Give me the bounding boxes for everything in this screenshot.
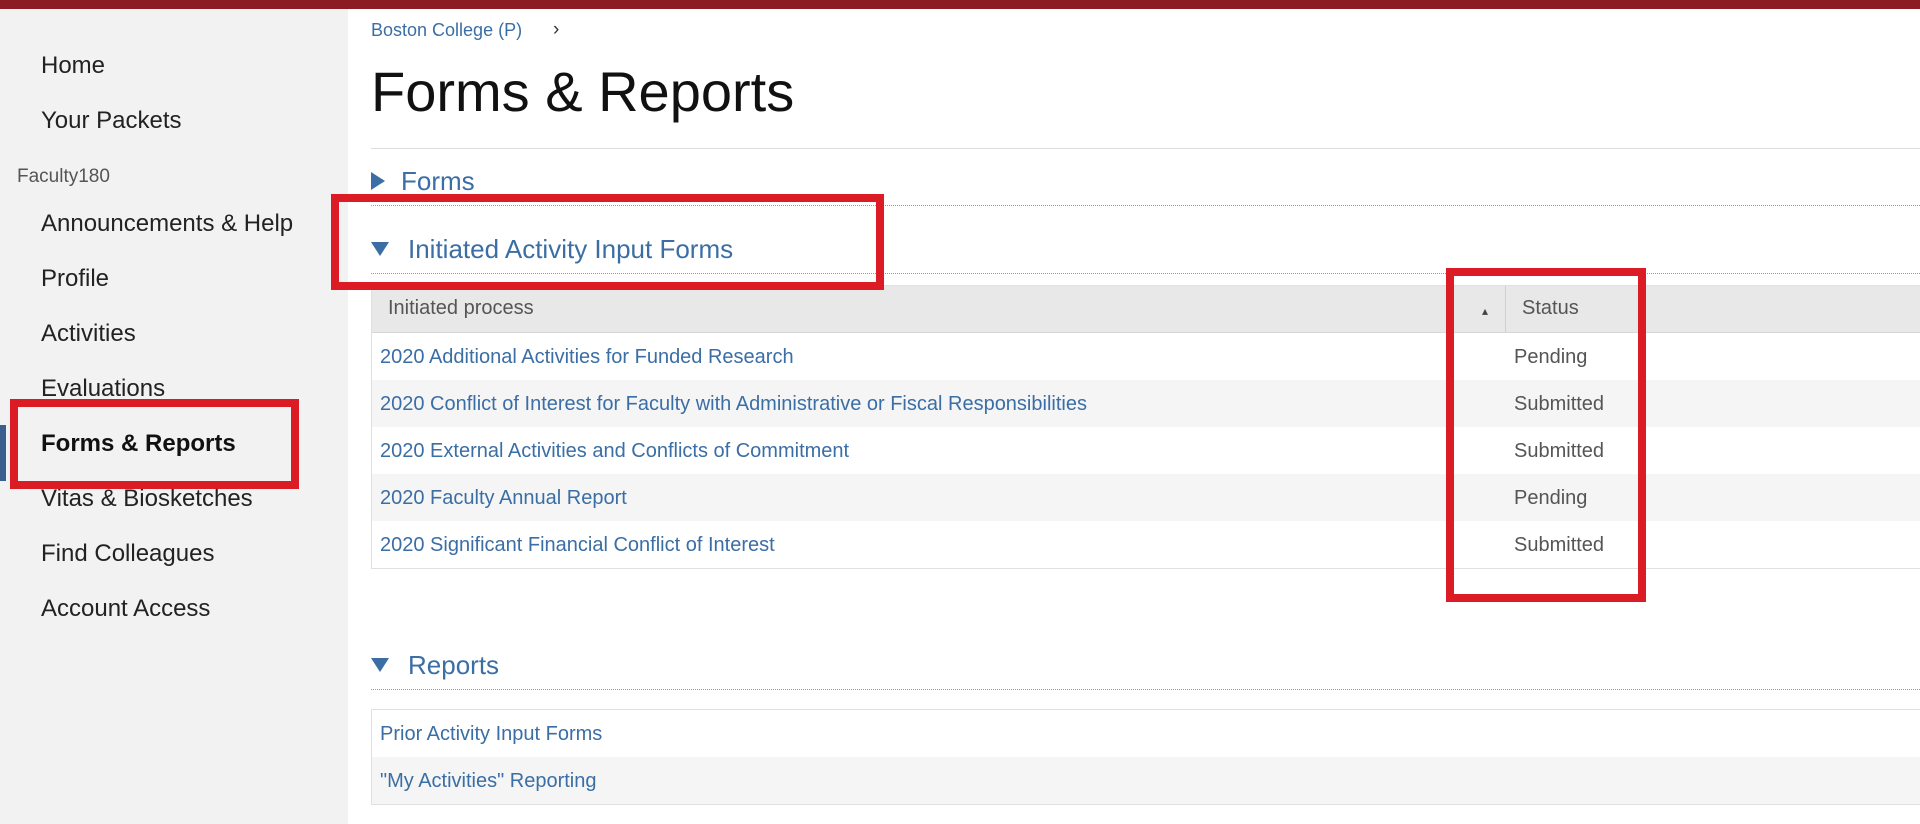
process-link[interactable]: 2020 External Activities and Conflicts o…: [380, 440, 849, 463]
column-header-process[interactable]: Initiated process: [388, 297, 534, 320]
table-row: 2020 Additional Activities for Funded Re…: [372, 333, 1920, 380]
sidebar-item-account-access[interactable]: Account Access: [41, 595, 210, 623]
top-accent-bar: [0, 0, 1920, 9]
table-row: 2020 Conflict of Interest for Faculty wi…: [372, 380, 1920, 427]
chevron-right-icon: ›: [553, 19, 560, 40]
caret-right-icon: [371, 172, 385, 190]
sidebar-item-your-packets[interactable]: Your Packets: [41, 107, 182, 135]
section-forms-label: Forms: [401, 165, 475, 196]
caret-down-icon: [371, 658, 389, 672]
active-item-marker: [0, 425, 6, 481]
title-divider: [371, 148, 1920, 149]
breadcrumb-link[interactable]: Boston College (P): [371, 20, 522, 41]
table-header: Initiated process ▴ Status: [372, 286, 1920, 333]
process-link[interactable]: 2020 Significant Financial Conflict of I…: [380, 534, 775, 557]
list-item: Prior Activity Input Forms: [372, 710, 1920, 757]
sidebar-item-announcements-help[interactable]: Announcements & Help: [41, 210, 293, 238]
initiated-forms-table: Initiated process ▴ Status 2020 Addition…: [371, 285, 1920, 569]
main-content: Boston College (P) › Forms & Reports For…: [348, 9, 1920, 824]
table-row: 2020 External Activities and Conflicts o…: [372, 427, 1920, 474]
section-divider: [371, 689, 1920, 690]
highlight-box-section: [331, 194, 884, 290]
sidebar-item-profile[interactable]: Profile: [41, 265, 109, 293]
highlight-box-sidebar: [10, 399, 299, 489]
list-item: "My Activities" Reporting: [372, 757, 1920, 804]
highlight-box-status: [1446, 268, 1646, 602]
process-link[interactable]: 2020 Conflict of Interest for Faculty wi…: [380, 393, 1087, 416]
sidebar-item-find-colleagues[interactable]: Find Colleagues: [41, 540, 214, 568]
sidebar-item-home[interactable]: Home: [41, 52, 105, 80]
section-reports-label: Reports: [408, 649, 500, 680]
table-row: 2020 Faculty Annual Report Pending: [372, 474, 1920, 521]
section-reports-toggle[interactable]: Reports: [371, 643, 499, 687]
report-link-prior-forms[interactable]: Prior Activity Input Forms: [380, 723, 602, 746]
sidebar-section-label: Faculty180: [17, 166, 110, 187]
table-row: 2020 Significant Financial Conflict of I…: [372, 521, 1920, 568]
process-link[interactable]: 2020 Additional Activities for Funded Re…: [380, 346, 794, 369]
reports-list: Prior Activity Input Forms "My Activitie…: [371, 709, 1920, 805]
process-link[interactable]: 2020 Faculty Annual Report: [380, 487, 627, 510]
sidebar-item-activities[interactable]: Activities: [41, 320, 136, 348]
report-link-my-activities[interactable]: "My Activities" Reporting: [380, 770, 597, 793]
page-title: Forms & Reports: [371, 60, 795, 123]
sidebar-item-vitas-biosketches[interactable]: Vitas & Biosketches: [41, 485, 253, 513]
